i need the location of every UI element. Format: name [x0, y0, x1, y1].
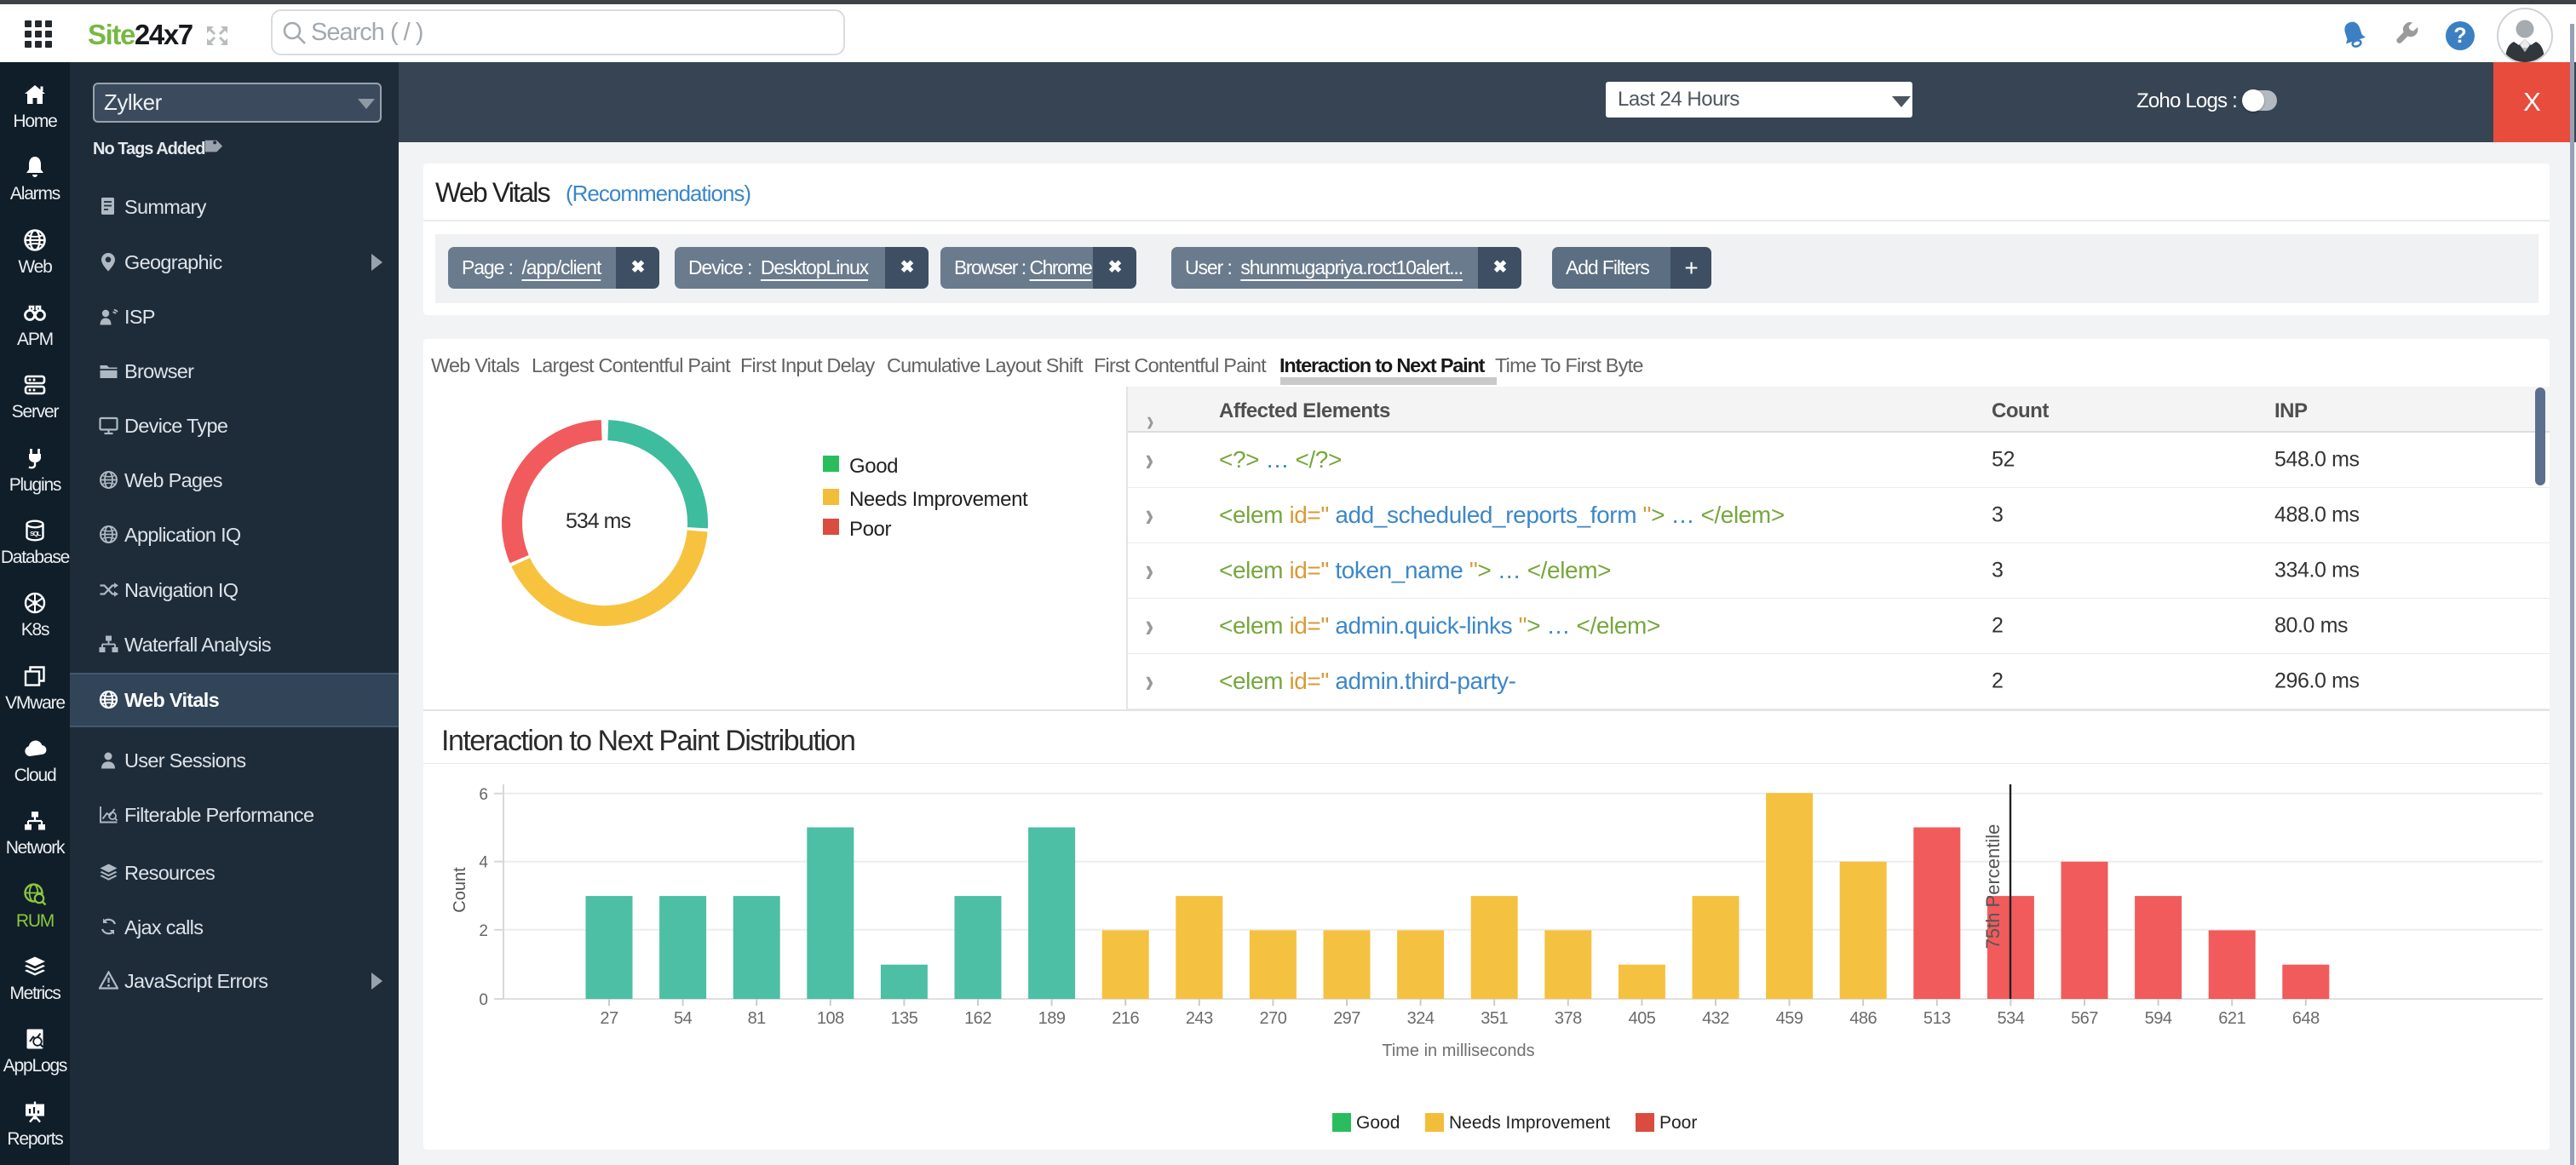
svg-text:Good: Good: [1356, 1113, 1400, 1133]
svg-text:567: 567: [2071, 1009, 2098, 1028]
svg-text:270: 270: [1259, 1009, 1286, 1028]
svg-text:513: 513: [1923, 1009, 1951, 1028]
svg-text:378: 378: [1555, 1009, 1582, 1028]
svg-text:243: 243: [1186, 1009, 1213, 1028]
svg-text:75th Percentile: 75th Percentile: [1982, 824, 2004, 950]
svg-text:Time in milliseconds: Time in milliseconds: [1382, 1042, 1534, 1060]
svg-text:324: 324: [1407, 1009, 1435, 1028]
svg-text:189: 189: [1038, 1009, 1066, 1028]
svg-text:Needs Improvement: Needs Improvement: [1449, 1113, 1610, 1133]
svg-text:297: 297: [1333, 1009, 1360, 1028]
svg-text:162: 162: [964, 1009, 992, 1028]
svg-text:54: 54: [674, 1009, 693, 1028]
svg-text:4: 4: [479, 854, 488, 872]
svg-text:108: 108: [817, 1009, 844, 1028]
svg-text:621: 621: [2218, 1009, 2245, 1028]
svg-text:351: 351: [1481, 1009, 1508, 1028]
svg-text:594: 594: [2145, 1009, 2172, 1028]
svg-text:27: 27: [600, 1009, 618, 1028]
svg-text:405: 405: [1628, 1009, 1655, 1028]
svg-text:648: 648: [2292, 1009, 2320, 1028]
svg-text:459: 459: [1776, 1009, 1803, 1028]
svg-text:0: 0: [479, 991, 488, 1009]
svg-text:Poor: Poor: [1659, 1113, 1697, 1133]
svg-text:2: 2: [479, 922, 488, 940]
svg-text:81: 81: [748, 1009, 767, 1028]
svg-text:6: 6: [479, 786, 488, 804]
svg-text:534: 534: [1997, 1009, 2024, 1028]
svg-text:135: 135: [890, 1009, 917, 1028]
svg-text:432: 432: [1702, 1009, 1729, 1028]
svg-text:486: 486: [1849, 1009, 1877, 1028]
svg-text:SQL: SQL: [30, 530, 41, 537]
svg-text:Count: Count: [451, 867, 469, 913]
svg-text:216: 216: [1112, 1009, 1139, 1028]
